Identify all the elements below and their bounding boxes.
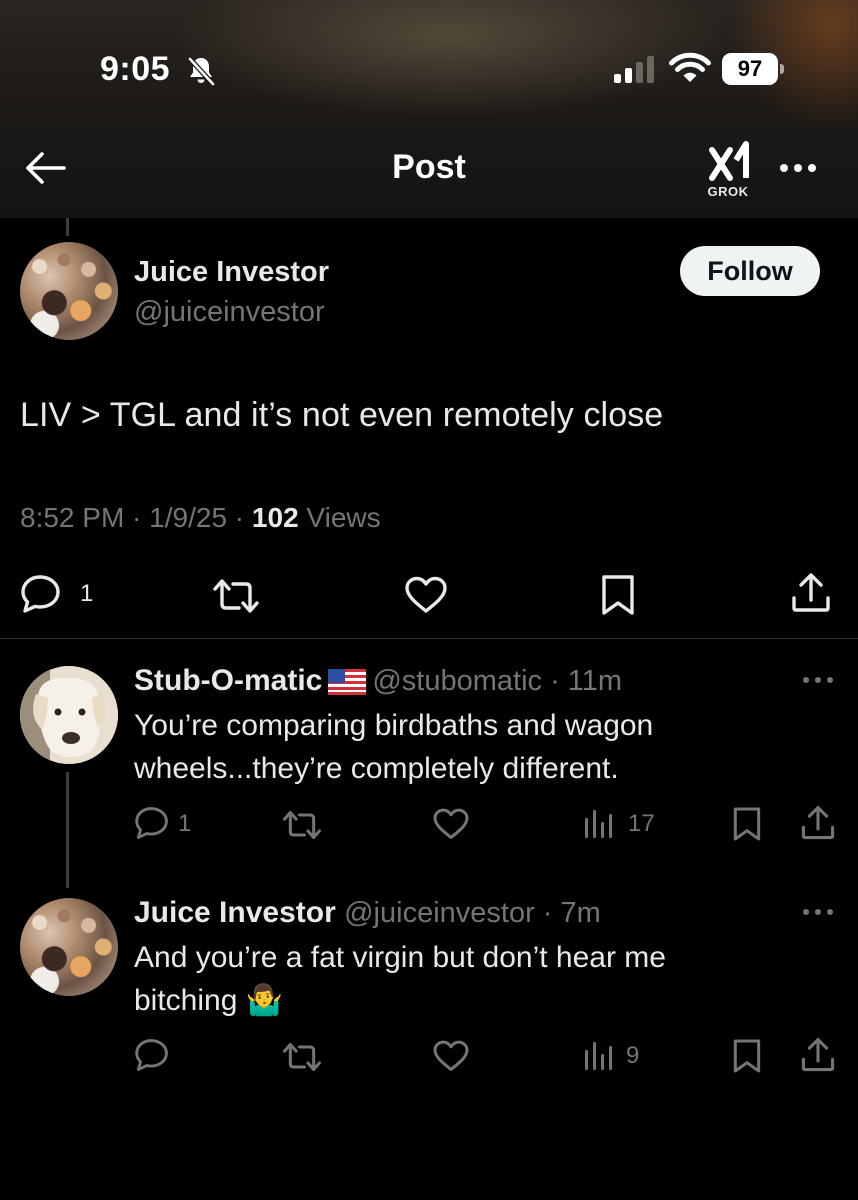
heart-icon bbox=[433, 808, 469, 839]
author-name[interactable]: Juice Investor bbox=[134, 256, 329, 289]
reply-text-line: bitching 🤷‍♂️ bbox=[134, 979, 666, 1022]
author-handle: @stubomatic · 11m bbox=[372, 665, 623, 697]
status-time: 9:05 bbox=[100, 50, 171, 88]
more-horizontal-icon[interactable] bbox=[800, 902, 836, 922]
post-text: LIV > TGL and it’s not even remotely clo… bbox=[20, 396, 664, 434]
author-name[interactable]: Juice Investor @juiceinvestor · 7m bbox=[134, 896, 601, 930]
reply-button[interactable] bbox=[134, 1038, 170, 1072]
thread-connector bbox=[66, 772, 69, 888]
author-handle[interactable]: @juiceinvestor bbox=[134, 296, 325, 329]
avatar[interactable] bbox=[20, 666, 118, 764]
grok-button[interactable]: GROK bbox=[700, 138, 756, 200]
like-button[interactable] bbox=[432, 808, 470, 840]
like-button[interactable] bbox=[404, 576, 448, 614]
reply-icon bbox=[135, 1039, 168, 1071]
grok-label: GROK bbox=[707, 184, 749, 199]
bookmark-button[interactable] bbox=[732, 806, 762, 842]
reply-count: 1 bbox=[178, 810, 192, 837]
reply-text-line: And you’re a fat virgin but don’t hear m… bbox=[134, 941, 666, 974]
views-button[interactable] bbox=[582, 808, 616, 840]
avatar[interactable] bbox=[20, 242, 118, 340]
wifi-icon bbox=[669, 52, 711, 82]
heart-icon bbox=[433, 1040, 469, 1071]
views-count: 9 bbox=[626, 1042, 640, 1069]
reply-text: And you’re a fat virgin but don’t hear m… bbox=[134, 936, 666, 1022]
bookmark-icon bbox=[733, 1039, 761, 1073]
follow-button[interactable]: Follow bbox=[680, 246, 820, 296]
avatar[interactable] bbox=[20, 898, 118, 996]
share-button[interactable] bbox=[800, 1036, 836, 1074]
us-flag-icon bbox=[328, 669, 367, 696]
repost-button[interactable] bbox=[282, 1040, 322, 1074]
views-icon bbox=[585, 1042, 612, 1070]
repost-button[interactable] bbox=[212, 576, 260, 616]
bookmark-icon bbox=[602, 575, 634, 615]
share-button[interactable] bbox=[790, 572, 832, 614]
like-button[interactable] bbox=[432, 1040, 470, 1072]
reply-count: 1 bbox=[80, 580, 94, 607]
post-age: 11m bbox=[567, 665, 623, 697]
battery-indicator: 97 bbox=[722, 53, 784, 85]
author-name-text: Juice Investor bbox=[134, 896, 336, 929]
reply-text-word: bitching bbox=[134, 984, 238, 1017]
bell-off-icon bbox=[188, 57, 215, 86]
bookmark-button[interactable] bbox=[600, 574, 636, 616]
more-horizontal-icon[interactable] bbox=[800, 670, 836, 690]
reply-text-line: You’re comparing birdbaths and wagon bbox=[134, 709, 654, 742]
cellular-signal-icon bbox=[614, 56, 654, 83]
author-handle-text: @stubomatic bbox=[372, 665, 543, 697]
avatar-image bbox=[20, 666, 118, 764]
nav-bar: Post GROK bbox=[0, 130, 858, 218]
post-meta: 8:52 PM · 1/9/25 · 102 Views bbox=[20, 502, 381, 533]
battery-nub bbox=[780, 64, 784, 74]
views-icon bbox=[585, 810, 612, 838]
reply-button[interactable] bbox=[134, 806, 170, 840]
share-icon bbox=[801, 806, 835, 840]
views-label: Views bbox=[306, 502, 381, 533]
reply-icon bbox=[21, 575, 60, 613]
views-count: 17 bbox=[628, 810, 655, 837]
thread-connector bbox=[66, 218, 69, 236]
reply-button[interactable] bbox=[20, 574, 62, 614]
views-count: 102 bbox=[251, 502, 299, 533]
bookmark-button[interactable] bbox=[732, 1038, 762, 1074]
repost-button[interactable] bbox=[282, 808, 322, 842]
bookmark-icon bbox=[733, 807, 761, 841]
battery-level: 97 bbox=[722, 53, 778, 85]
repost-icon bbox=[283, 1043, 321, 1071]
shrug-emoji: 🤷‍♂️ bbox=[245, 984, 284, 1017]
reply-icon bbox=[135, 807, 168, 839]
post-date: 1/9/25 bbox=[149, 502, 228, 533]
avatar-image bbox=[20, 898, 118, 996]
repost-icon bbox=[283, 811, 321, 839]
avatar-image bbox=[20, 242, 118, 340]
more-horizontal-icon[interactable] bbox=[774, 150, 822, 186]
author-handle-text: @juiceinvestor bbox=[344, 897, 535, 929]
author-name-text: Stub-O-matic bbox=[134, 664, 323, 697]
heart-icon bbox=[405, 576, 447, 613]
grok-icon bbox=[709, 141, 749, 181]
share-button[interactable] bbox=[800, 804, 836, 842]
divider bbox=[0, 638, 858, 639]
post-age: 7m bbox=[560, 897, 601, 929]
status-bar: 9:05 97 bbox=[0, 0, 858, 130]
views-button[interactable] bbox=[582, 1040, 616, 1072]
repost-icon bbox=[213, 579, 259, 613]
share-icon bbox=[792, 573, 830, 612]
author-handle: @juiceinvestor · 7m bbox=[344, 897, 601, 929]
reply-text-line: wheels...they’re completely different. bbox=[134, 752, 619, 785]
reply-text: You’re comparing birdbaths and wagon whe… bbox=[134, 704, 653, 790]
post-time: 8:52 PM bbox=[20, 502, 125, 533]
author-name[interactable]: Stub-O-matic @stubomatic · 11m bbox=[134, 664, 622, 698]
share-icon bbox=[801, 1038, 835, 1072]
